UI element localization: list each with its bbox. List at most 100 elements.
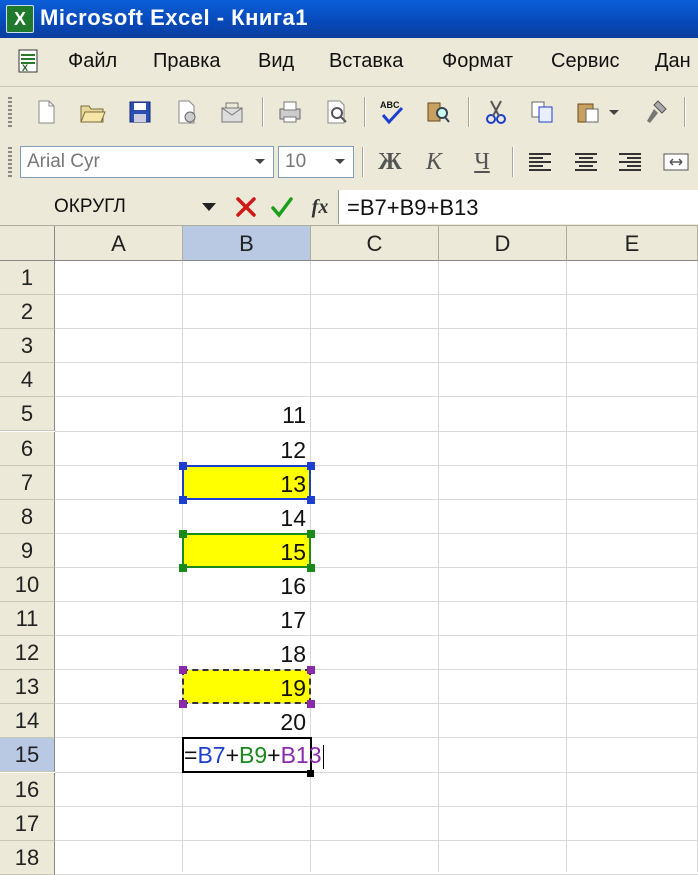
name-box[interactable]: ОКРУГЛ [36, 191, 222, 223]
grid-line [55, 498, 698, 500]
range-handle[interactable] [179, 700, 187, 709]
menu-edit[interactable]: Правка [153, 50, 221, 73]
formula-input[interactable]: =B7+B9+B13 [338, 190, 698, 224]
column-header-e[interactable]: E [567, 226, 698, 261]
align-center-icon[interactable] [570, 146, 602, 178]
menu-format[interactable]: Формат [442, 50, 513, 73]
save-icon[interactable] [124, 96, 156, 128]
range-handle[interactable] [307, 529, 315, 538]
bold-button[interactable]: Ж [374, 146, 406, 178]
row-header-7[interactable]: 7 [0, 465, 55, 500]
grid-line [55, 430, 698, 432]
row-header-12[interactable]: 12 [0, 636, 55, 671]
row-header-13[interactable]: 13 [0, 670, 55, 705]
column-header-c[interactable]: C [311, 226, 439, 261]
row-header-4[interactable]: 4 [0, 363, 55, 398]
menu-file[interactable]: Файл [68, 50, 117, 73]
menu-view[interactable]: Вид [258, 50, 294, 73]
name-box-value: ОКРУГЛ [54, 196, 126, 217]
select-all-corner[interactable] [0, 226, 55, 261]
workbook-icon[interactable]: X [16, 48, 42, 74]
format-painter-icon[interactable] [640, 96, 672, 128]
paste-dropdown-icon[interactable] [606, 96, 622, 128]
copy-icon[interactable] [526, 96, 558, 128]
italic-button[interactable]: К [418, 146, 450, 178]
research-icon[interactable] [422, 96, 454, 128]
email-icon[interactable] [216, 96, 248, 128]
new-file-icon[interactable] [30, 96, 62, 128]
grid-line [55, 464, 698, 466]
range-handle[interactable] [179, 461, 187, 470]
insert-function-button[interactable]: fx [306, 192, 334, 222]
formula-token-ref1: B7 [197, 742, 226, 769]
cell-b5[interactable]: 11 [183, 397, 310, 430]
cancel-icon[interactable] [232, 192, 260, 222]
menu-data[interactable]: Дан [655, 50, 691, 73]
row-header-18[interactable]: 18 [0, 840, 55, 875]
row-header-2[interactable]: 2 [0, 295, 55, 330]
reference-highlight-b13 [182, 669, 311, 705]
row-header-14[interactable]: 14 [0, 704, 55, 739]
column-header-d[interactable]: D [439, 226, 567, 261]
grid-line [55, 839, 698, 841]
permission-icon[interactable] [170, 96, 202, 128]
toolbar-grip[interactable] [8, 97, 12, 127]
range-handle[interactable] [307, 495, 315, 504]
range-handle[interactable] [307, 666, 315, 675]
align-right-icon[interactable] [614, 146, 646, 178]
merge-center-icon[interactable] [660, 146, 692, 178]
underline-button[interactable]: Ч [466, 146, 498, 178]
cell-b11[interactable]: 17 [183, 602, 310, 635]
range-handle[interactable] [307, 461, 315, 470]
range-handle[interactable] [179, 495, 187, 504]
row-header-15[interactable]: 15 [0, 738, 55, 773]
open-folder-icon[interactable] [76, 96, 108, 128]
cell-b10[interactable]: 16 [183, 568, 310, 601]
print-preview-icon[interactable] [320, 96, 352, 128]
range-handle[interactable] [307, 563, 315, 572]
row-header-11[interactable]: 11 [0, 602, 55, 637]
grid-line [55, 532, 698, 534]
menu-insert[interactable]: Вставка [329, 50, 403, 73]
row-header-6[interactable]: 6 [0, 431, 55, 466]
range-handle[interactable] [179, 666, 187, 675]
spelling-icon[interactable]: ABC [376, 96, 408, 128]
toolbar-grip[interactable] [8, 147, 12, 177]
enter-icon[interactable] [268, 192, 296, 222]
range-handle[interactable] [179, 529, 187, 538]
active-cell-editor[interactable]: =B7+B9+B13 [182, 737, 324, 774]
worksheet-grid[interactable]: A B C D E 1 2 3 4 5 6 7 8 9 10 11 12 13 14 15 16 17 18 11 12 13 14… [0, 226, 698, 875]
formula-token-plus2: + [267, 742, 281, 769]
font-name-combo[interactable]: Arial Cyr [20, 146, 274, 178]
cell-b12[interactable]: 18 [183, 636, 310, 669]
cut-icon[interactable] [480, 96, 512, 128]
row-header-9[interactable]: 9 [0, 533, 55, 568]
grid-line [55, 669, 698, 671]
range-handle[interactable] [307, 700, 315, 709]
paste-icon[interactable] [572, 96, 604, 128]
cell-b6[interactable]: 12 [183, 432, 310, 465]
row-header-16[interactable]: 16 [0, 772, 55, 807]
fill-handle[interactable] [307, 769, 314, 777]
print-icon[interactable] [274, 96, 306, 128]
row-header-1[interactable]: 1 [0, 261, 55, 296]
chevron-down-icon[interactable] [202, 203, 216, 211]
font-size-combo[interactable]: 10 [278, 146, 354, 178]
align-left-icon[interactable] [524, 146, 556, 178]
row-header-3[interactable]: 3 [0, 329, 55, 364]
row-header-5[interactable]: 5 [0, 397, 55, 432]
column-header-b[interactable]: B [183, 226, 311, 261]
chevron-down-icon[interactable] [329, 149, 351, 175]
menu-tools[interactable]: Сервис [551, 50, 620, 73]
row-header-17[interactable]: 17 [0, 806, 55, 841]
title-bar: X Microsoft Excel - Книга1 [0, 0, 698, 38]
cell-b8[interactable]: 14 [183, 500, 310, 533]
range-handle[interactable] [179, 563, 187, 572]
row-header-10[interactable]: 10 [0, 567, 55, 602]
excel-app-icon[interactable]: X [6, 5, 34, 33]
cell-b14[interactable]: 20 [183, 704, 310, 737]
grid-line [55, 294, 698, 296]
column-header-a[interactable]: A [55, 226, 183, 261]
chevron-down-icon[interactable] [249, 149, 271, 175]
row-header-8[interactable]: 8 [0, 499, 55, 534]
